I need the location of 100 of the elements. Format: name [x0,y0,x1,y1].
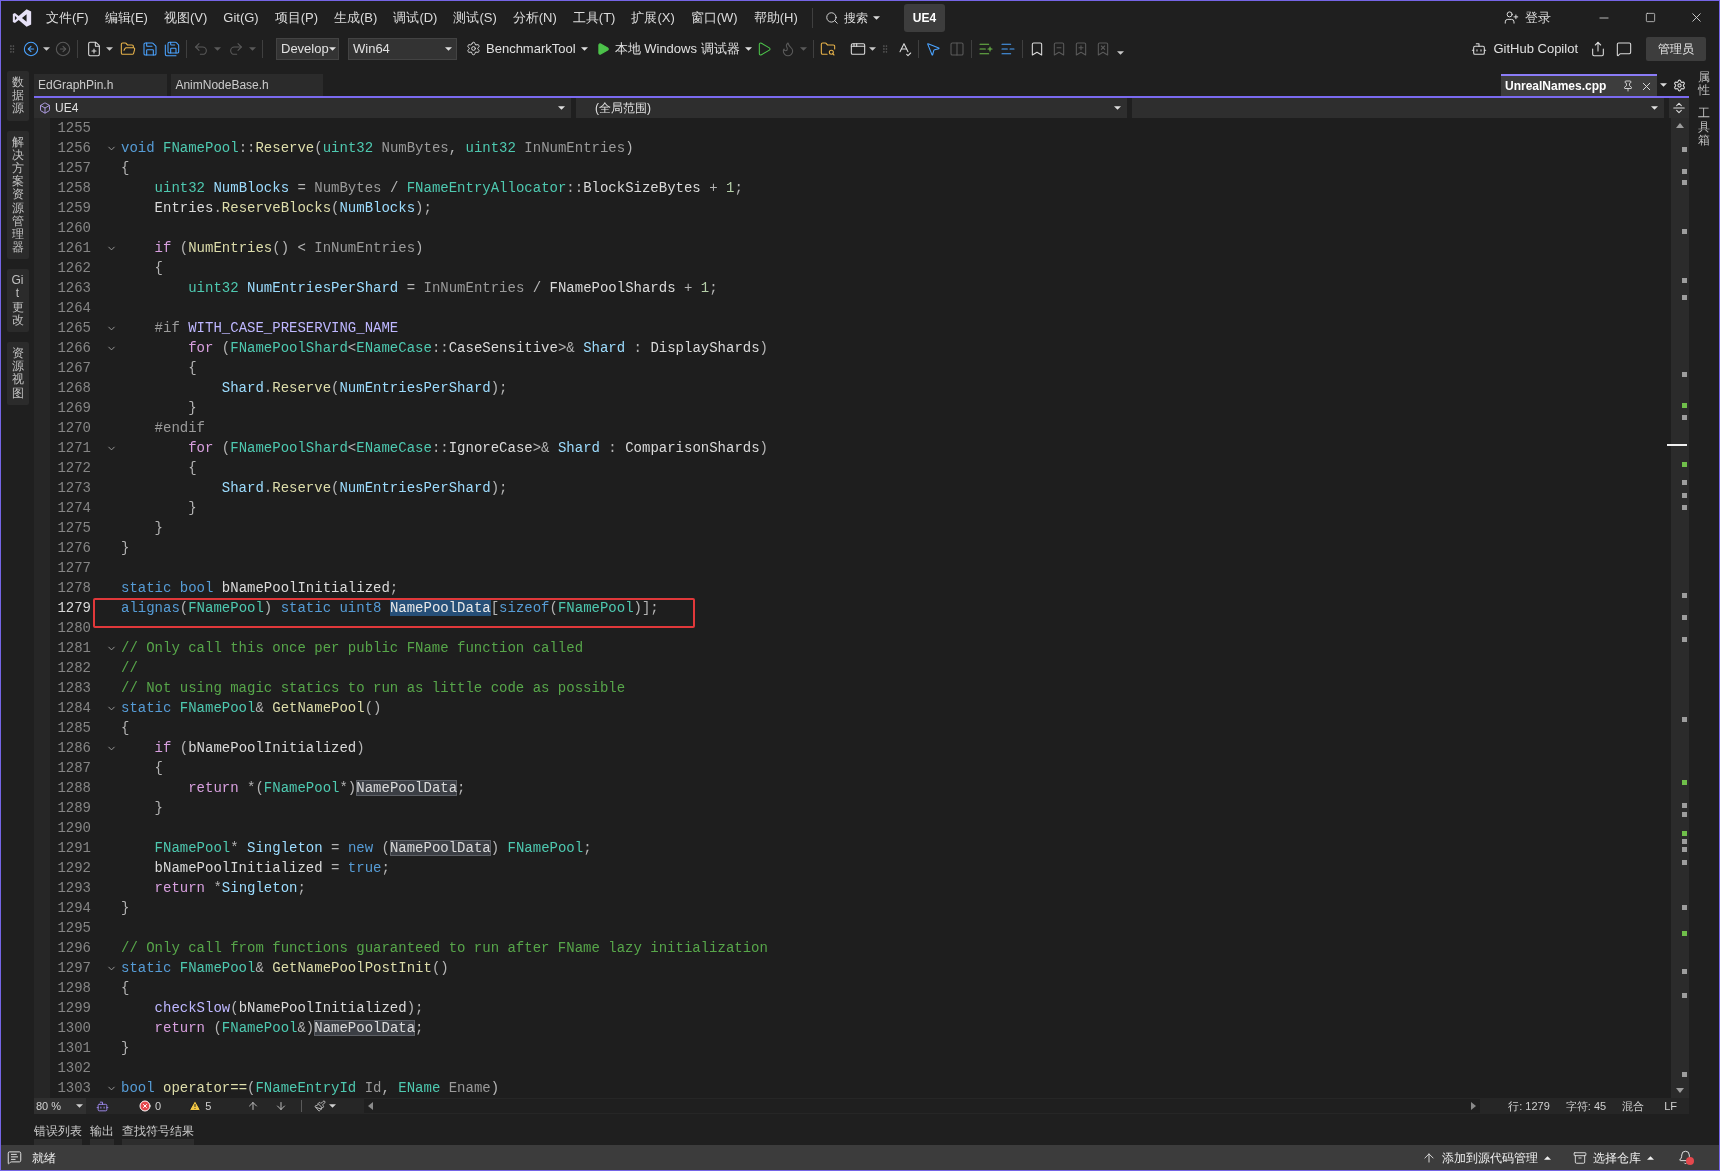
caret-icon[interactable] [106,46,113,51]
line-number: 1270 [57,419,91,438]
start-debugging-button[interactable]: 本地 Windows 调试器 [593,37,754,60]
code-line: { [121,979,130,998]
menu-item[interactable]: 帮助(H) [745,5,806,30]
tool-window-tab[interactable]: 资源视图 [6,342,29,405]
startup-project-dropdown[interactable]: BenchmarkTool [464,37,590,60]
errors-button[interactable]: 0 [139,1097,162,1115]
document-tab[interactable]: AnimNodeBase.h [171,74,323,96]
copilot-button[interactable]: GitHub Copilot [1469,37,1580,60]
arrow-up-icon[interactable] [247,1100,260,1112]
message-icon[interactable] [7,1150,22,1165]
tool-window-tab[interactable]: 属性 [1698,71,1710,98]
caret-icon[interactable] [580,46,588,51]
code-line: static FNamePool& GetNamePool() [121,699,382,718]
menu-item[interactable]: 窗口(W) [682,5,746,30]
menu-item[interactable]: 视图(V) [155,5,216,30]
document-tab[interactable]: EdGraphPin.h [34,74,168,96]
menu-item[interactable]: 扩展(X) [623,5,683,30]
line-number: 1285 [57,719,91,738]
source-control-button[interactable]: 添加到源代码管理 [1422,1148,1551,1167]
tool-window-tab[interactable]: 工具箱 [1698,107,1710,147]
bot-icon[interactable] [96,1099,109,1113]
caret-icon[interactable] [76,1104,83,1108]
caret-icon[interactable] [1114,106,1121,110]
share-icon[interactable] [1590,40,1606,57]
account-button[interactable]: 管理员 [1646,36,1706,61]
zoom-dropdown[interactable]: 80 % [34,1098,86,1114]
folder-icon[interactable] [120,40,136,57]
code-line: if (bNamePoolInitialized) [153,739,365,758]
document-tab[interactable]: UnrealNames.cpp [1501,74,1657,96]
project-dropdown[interactable]: UE4 [34,98,571,118]
line-number: 1269 [57,399,91,418]
line-number: 1282 [57,659,91,678]
line-indicator[interactable]: 行: 1279 [1508,1097,1550,1115]
scope-dropdown[interactable]: (全局范围) [576,98,1127,118]
menu-item[interactable]: 测试(S) [445,5,505,30]
horizontal-scrollbar[interactable] [364,1099,1481,1113]
file-plus-icon[interactable] [86,40,102,57]
menu-item[interactable]: 调试(D) [385,5,446,30]
cursor-icon[interactable] [924,40,941,57]
window-icon[interactable] [849,40,866,57]
configuration-dropdown[interactable]: Develop [276,37,339,60]
line-ending-indicator[interactable]: LF [1664,1097,1677,1115]
line-number: 1295 [57,919,91,938]
menu-item[interactable]: 生成(B) [326,5,386,30]
menu-item[interactable]: 项目(P) [266,5,327,30]
caret-icon[interactable] [329,1104,337,1108]
settings-icon[interactable] [1673,78,1686,92]
caret-icon[interactable] [1660,83,1667,87]
tool-window-tab[interactable]: 解决方案资源管理器 [6,130,29,260]
pin-icon[interactable] [1622,80,1634,92]
menu-item[interactable]: 编辑(E) [96,5,156,30]
tool-window-tab[interactable]: 数据源 [6,71,29,121]
speech-bubble-icon[interactable] [1616,40,1632,57]
encoding-indicator[interactable]: 混合 [1622,1097,1645,1115]
platform-dropdown[interactable]: Win64 [348,37,457,60]
arrow-left-circle-icon[interactable] [23,40,39,57]
caret-icon[interactable] [1651,106,1658,110]
code-line: } [187,399,197,418]
arrow-down-icon[interactable] [275,1100,288,1112]
caret-icon[interactable] [744,46,752,51]
caret-icon[interactable] [868,46,876,51]
caret-right-icon[interactable] [1471,1102,1477,1110]
line-number: 1261 [57,239,91,258]
line-number: 1303 [57,1079,91,1098]
paintbrush-icon[interactable] [314,1100,327,1112]
search-button[interactable]: 搜索 [820,5,884,30]
warnings-button[interactable]: 5 [189,1097,212,1115]
menu-item[interactable]: Git(G) [215,5,267,30]
bell-icon[interactable] [1678,1150,1693,1165]
folder-search-icon[interactable] [819,40,836,57]
caret-icon[interactable] [328,46,336,51]
menu-item[interactable]: 文件(F) [38,5,97,30]
menu-item[interactable]: 分析(N) [504,5,565,30]
save-icon[interactable] [142,40,158,57]
caret-up-icon[interactable] [1676,123,1684,128]
line-number: 1281 [57,639,91,658]
caret-icon[interactable] [558,106,565,110]
repository-button[interactable]: 选择仓库 [1573,1148,1654,1167]
caret-icon[interactable] [445,46,452,51]
caret-icon[interactable] [872,15,880,20]
sign-in-button[interactable]: 登录 [1500,5,1555,30]
save-all-icon[interactable] [164,40,180,57]
split-icon[interactable] [1672,101,1686,115]
code-line: } [121,899,130,918]
caret-down-icon[interactable] [1676,1088,1684,1093]
caret-icon[interactable] [43,46,50,51]
scroll-marker [1682,969,1687,974]
scroll-marker [1682,615,1687,620]
maximize-icon[interactable] [1644,12,1656,23]
line-number: 1291 [57,839,91,858]
caret-left-icon[interactable] [368,1102,374,1110]
column-indicator[interactable]: 字符: 45 [1565,1097,1607,1115]
caret-icon[interactable] [1116,50,1124,55]
code-line: } [121,539,130,558]
menu-item[interactable]: 工具(T) [564,5,624,30]
line-number: 1271 [57,439,91,458]
error-icon [139,1100,151,1112]
tool-window-tab[interactable]: Git 更改 [6,269,29,332]
